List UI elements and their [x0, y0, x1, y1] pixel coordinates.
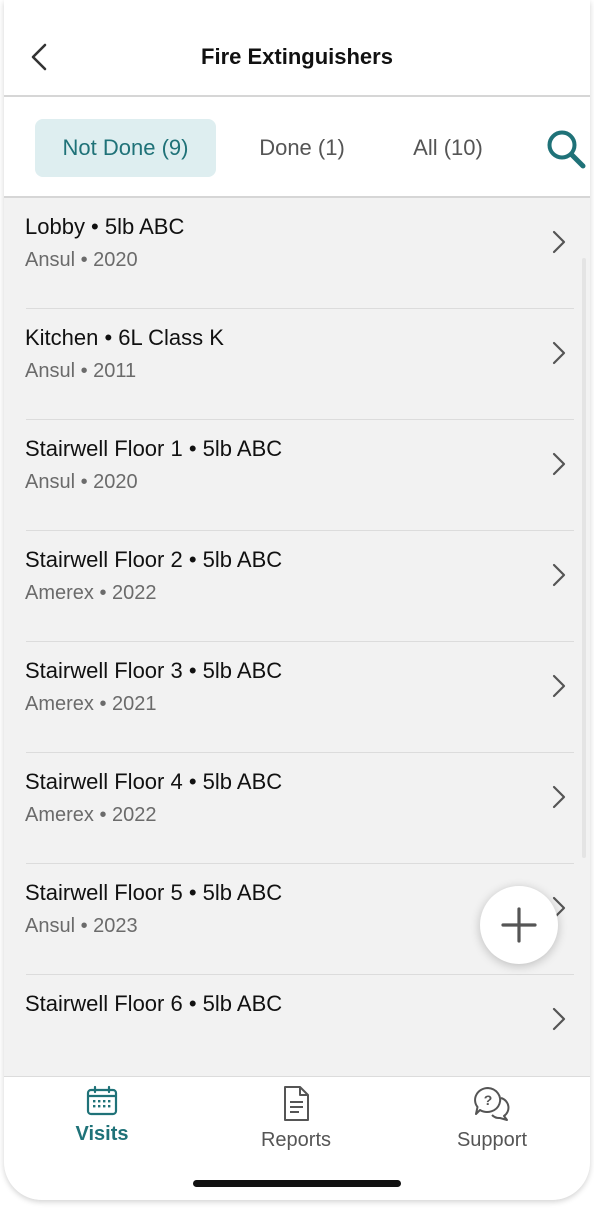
list-item[interactable]: Stairwell Floor 2 • 5lb ABC Amerex • 202… [4, 531, 590, 642]
chevron-right-icon [552, 452, 566, 476]
item-title: Stairwell Floor 5 • 5lb ABC [25, 880, 283, 905]
nav-visits-label: Visits [75, 1123, 129, 1145]
chevron-right-icon [552, 230, 566, 254]
item-subtitle: Ansul • 2020 [25, 471, 138, 493]
add-extinguisher-button[interactable] [480, 886, 558, 964]
home-indicator [193, 1180, 401, 1187]
chevron-right-icon [552, 785, 566, 809]
search-icon [547, 130, 586, 169]
item-title: Kitchen • 6L Class K [25, 325, 224, 350]
plus-icon [501, 907, 537, 943]
tab-all[interactable]: All (10) [392, 119, 504, 177]
tab-not-done[interactable]: Not Done (9) [35, 119, 216, 177]
list-item[interactable]: Stairwell Floor 6 • 5lb ABC [4, 975, 590, 1076]
search-button[interactable] [544, 127, 590, 171]
tab-done[interactable]: Done (1) [240, 119, 364, 177]
nav-support-label: Support [456, 1129, 528, 1151]
list-item[interactable]: Stairwell Floor 3 • 5lb ABC Amerex • 202… [4, 642, 590, 753]
list-item[interactable]: Kitchen • 6L Class K Ansul • 2011 [4, 309, 590, 420]
item-title: Lobby • 5lb ABC [25, 214, 185, 239]
item-subtitle: Amerex • 2022 [25, 804, 157, 826]
item-title: Stairwell Floor 2 • 5lb ABC [25, 547, 283, 572]
item-title: Stairwell Floor 4 • 5lb ABC [25, 769, 283, 794]
nav-visits[interactable]: Visits [22, 1085, 182, 1165]
chat-question-icon: ? [474, 1087, 510, 1121]
nav-reports-label: Reports [260, 1129, 332, 1151]
scrollbar[interactable] [582, 258, 586, 858]
nav-support[interactable]: ? Support [412, 1085, 572, 1165]
item-title: Stairwell Floor 6 • 5lb ABC [25, 991, 283, 1016]
top-bar: Fire Extinguishers [4, 0, 590, 97]
item-title: Stairwell Floor 3 • 5lb ABC [25, 658, 283, 683]
list-item[interactable]: Stairwell Floor 4 • 5lb ABC Amerex • 202… [4, 753, 590, 864]
document-icon [284, 1086, 309, 1121]
item-subtitle: Amerex • 2022 [25, 582, 157, 604]
page-title: Fire Extinguishers [201, 44, 393, 69]
calendar-icon [86, 1085, 118, 1116]
svg-text:?: ? [484, 1092, 493, 1108]
chevron-right-icon [552, 341, 566, 365]
chevron-right-icon [552, 674, 566, 698]
list-item[interactable]: Stairwell Floor 1 • 5lb ABC Ansul • 2020 [4, 420, 590, 531]
item-subtitle: Ansul • 2023 [25, 915, 138, 937]
item-subtitle: Ansul • 2020 [25, 249, 138, 271]
chevron-right-icon [552, 563, 566, 587]
chevron-right-icon [552, 1007, 566, 1031]
item-title: Stairwell Floor 1 • 5lb ABC [25, 436, 283, 461]
item-subtitle: Ansul • 2011 [25, 360, 137, 382]
list-item[interactable]: Lobby • 5lb ABC Ansul • 2020 [4, 198, 590, 309]
app-screen: Fire Extinguishers Not Done (9) Done (1)… [4, 0, 590, 1200]
item-subtitle: Amerex • 2021 [25, 693, 157, 715]
nav-reports[interactable]: Reports [216, 1085, 376, 1165]
filter-bar: Not Done (9) Done (1) All (10) [4, 97, 590, 198]
